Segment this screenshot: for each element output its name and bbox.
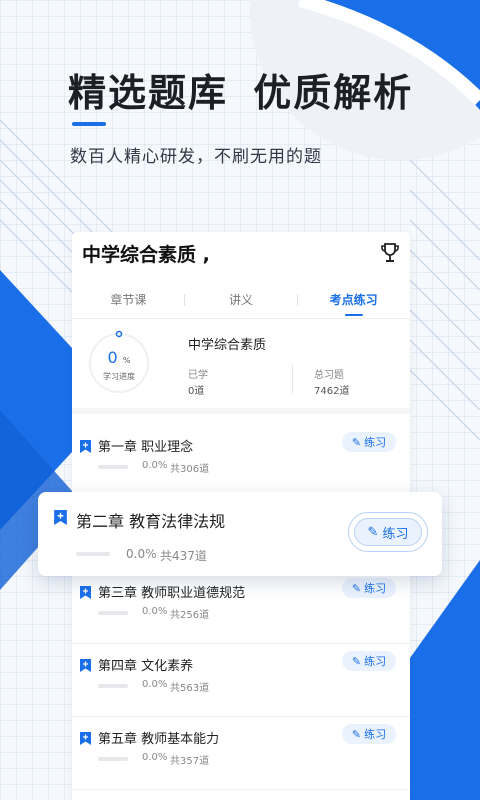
pencil-icon: ✎ bbox=[351, 727, 362, 741]
promo-screen: 精选题库 优质解析 数百人精心研发，不刷无用的题 中学综合素质 , 章节课 讲义… bbox=[0, 0, 480, 800]
practice-button[interactable]: ✎ 练习 bbox=[342, 578, 396, 598]
progress-unit: % bbox=[122, 356, 131, 365]
chapter-percent: 0.0% bbox=[142, 606, 168, 617]
bookmark-plus-icon bbox=[80, 586, 91, 599]
chapter-total: 共306道 bbox=[170, 464, 210, 475]
practice-label: 练习 bbox=[364, 436, 387, 449]
bookmark-plus-icon bbox=[54, 510, 67, 525]
tab-practice[interactable]: 考点练习 bbox=[297, 290, 410, 318]
subject-name: 中学综合素质 bbox=[188, 338, 267, 353]
pencil-icon: ✎ bbox=[351, 435, 362, 449]
chapter-name: 第二章 教育法律法规 bbox=[76, 512, 226, 531]
learned-value: 0道 bbox=[188, 386, 205, 397]
chapter-row[interactable]: 第五章 教师基本能力 0.0% 共357道 ✎ 练习 bbox=[72, 720, 410, 790]
stat-separator bbox=[292, 364, 293, 394]
headline-underline bbox=[72, 122, 106, 126]
tab-chapter-course[interactable]: 章节课 bbox=[72, 290, 185, 318]
tab-handout[interactable]: 讲义 bbox=[185, 290, 298, 318]
bookmark-plus-icon bbox=[80, 732, 91, 745]
chapter-progress-bar bbox=[98, 611, 128, 615]
tab-separator bbox=[297, 294, 298, 306]
tab-bar: 章节课 讲义 考点练习 bbox=[72, 290, 410, 318]
chapter-progress-bar bbox=[98, 757, 128, 761]
chapter-total: 共437道 bbox=[160, 549, 207, 563]
chapter-name: 第一章 职业理念 bbox=[98, 440, 194, 455]
tab-separator bbox=[184, 294, 185, 306]
progress-percent: 0 % bbox=[86, 348, 152, 367]
chapter-progress-bar bbox=[98, 684, 128, 688]
practice-label: 练习 bbox=[364, 582, 387, 595]
card-title: 中学综合素质 , bbox=[82, 244, 210, 266]
chapter-total: 共563道 bbox=[170, 683, 210, 694]
chapter-name: 第五章 教师基本能力 bbox=[98, 732, 220, 747]
chapter-progress-bar bbox=[98, 465, 128, 469]
chapter-percent: 0.0% bbox=[142, 460, 168, 471]
progress-value: 0 bbox=[107, 348, 118, 367]
chapter-name: 第三章 教师职业道德规范 bbox=[98, 586, 246, 601]
chapter-percent: 0.0% bbox=[142, 752, 168, 763]
practice-button[interactable]: ✎ 练习 bbox=[342, 432, 396, 452]
trophy-icon[interactable] bbox=[380, 242, 400, 264]
pencil-icon: ✎ bbox=[367, 524, 379, 540]
practice-label: 练习 bbox=[364, 655, 387, 668]
practice-button[interactable]: ✎ 练习 bbox=[354, 518, 422, 546]
tab-divider bbox=[72, 318, 410, 319]
practice-button[interactable]: ✎ 练习 bbox=[342, 651, 396, 671]
chapter-row[interactable]: 第三章 教师职业道德规范 0.0% 共256道 ✎ 练习 bbox=[72, 574, 410, 644]
chapter-total: 共357道 bbox=[170, 756, 210, 767]
learned-label: 已学 bbox=[188, 370, 208, 381]
pencil-icon: ✎ bbox=[351, 581, 362, 595]
chapter-progress-bar bbox=[76, 552, 110, 556]
progress-label: 学习进度 bbox=[103, 372, 135, 381]
chapter-row[interactable]: 第四章 文化素养 0.0% 共563道 ✎ 练习 bbox=[72, 647, 410, 717]
chapter-row[interactable]: 第一章 职业理念 0.0% 共306道 ✎ 练习 bbox=[72, 428, 410, 498]
highlighted-chapter-row[interactable]: 第二章 教育法律法规 0.0% 共437道 ✎ 练习 bbox=[38, 492, 442, 576]
total-value: 7462道 bbox=[314, 386, 350, 397]
practice-label: 练习 bbox=[382, 526, 409, 542]
bookmark-plus-icon bbox=[80, 659, 91, 672]
promo-headline: 精选题库 优质解析 bbox=[68, 71, 414, 115]
total-label: 总习题 bbox=[314, 370, 344, 381]
bookmark-plus-icon bbox=[80, 440, 91, 453]
practice-button[interactable]: ✎ 练习 bbox=[342, 724, 396, 744]
chapter-name: 第四章 文化素养 bbox=[98, 659, 194, 674]
learning-progress-ring: 0 % 学习进度 bbox=[86, 330, 152, 396]
section-divider bbox=[72, 408, 410, 414]
pencil-icon: ✎ bbox=[351, 654, 362, 668]
practice-label: 练习 bbox=[364, 728, 387, 741]
chapter-percent: 0.0% bbox=[142, 679, 168, 690]
chapter-percent: 0.0% bbox=[126, 547, 157, 561]
promo-subtitle: 数百人精心研发，不刷无用的题 bbox=[70, 147, 322, 167]
chapter-total: 共256道 bbox=[170, 610, 210, 621]
